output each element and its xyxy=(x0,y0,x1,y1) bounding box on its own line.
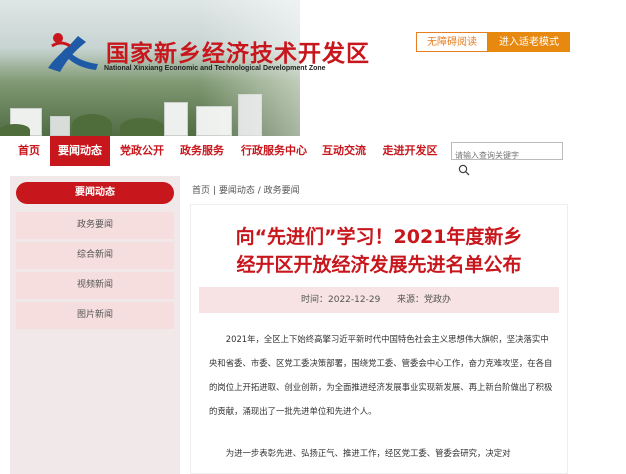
search-icon[interactable] xyxy=(458,164,470,176)
nav-item-government-services[interactable]: 政务服务 xyxy=(176,136,228,166)
article-title-line-1: 向“先进们”学习！2021年度新乡 xyxy=(235,226,523,248)
sidebar-heading[interactable]: 要闻动态 xyxy=(16,182,174,204)
site-title: 国家新乡经济技术开发区 xyxy=(106,41,370,67)
header-banner: 国家新乡经济技术开发区 National Xinxiang Economic a… xyxy=(0,0,626,136)
sidebar: 要闻动态 政务要闻 综合新闻 视频新闻 图片新闻 xyxy=(10,176,180,474)
article-meta: 时间：2022-12-29 来源：党政办 xyxy=(199,287,559,313)
nav-item-news[interactable]: 要闻动态 xyxy=(50,136,110,166)
article-time: 时间：2022-12-29 xyxy=(301,295,381,305)
breadcrumb-page[interactable]: 政务要闻 xyxy=(264,186,300,196)
nav-item-about-zone[interactable]: 走进开发区 xyxy=(378,136,442,166)
sidebar-item-video-news[interactable]: 视频新闻 xyxy=(16,272,174,299)
article-paragraph: 2021年，全区上下始终高擎习近平新时代中国特色社会主义思想伟大旗帜，坚决落实中… xyxy=(209,334,553,416)
nav-item-home[interactable]: 首页 xyxy=(10,136,48,166)
breadcrumb-section[interactable]: 要闻动态 xyxy=(219,186,255,196)
article-title-line-2: 经开区开放经济发展先进名单公布 xyxy=(236,254,522,276)
elderly-mode-button[interactable]: 进入适老模式 xyxy=(488,32,570,52)
search-input[interactable] xyxy=(455,148,559,163)
nav-item-interaction[interactable]: 互动交流 xyxy=(318,136,370,166)
xinxiang-logo-icon xyxy=(48,33,98,72)
article-paragraph: 为进一步表彰先进、弘扬正气、推进工作，经区党工委、管委会研究，决定对 xyxy=(225,448,511,458)
article-source: 来源：党政办 xyxy=(397,295,452,305)
sidebar-item-government-news[interactable]: 政务要闻 xyxy=(16,212,174,239)
site-subtitle: National Xinxiang Economic and Technolog… xyxy=(104,65,326,72)
search-box xyxy=(451,142,563,163)
breadcrumb-separator: | xyxy=(212,186,216,196)
nav-item-admin-service-center[interactable]: 行政服务中心 xyxy=(236,136,312,166)
breadcrumb: 首页 | 要闻动态 / 政务要闻 xyxy=(192,183,300,196)
barrier-free-button[interactable]: 无障碍阅读 xyxy=(416,32,488,52)
sidebar-item-photo-news[interactable]: 图片新闻 xyxy=(16,302,174,329)
sidebar-item-general-news[interactable]: 综合新闻 xyxy=(16,242,174,269)
breadcrumb-separator: / xyxy=(257,186,261,196)
article-title: 向“先进们”学习！2021年度新乡 经开区开放经济发展先进名单公布 xyxy=(191,223,567,279)
article-panel: 向“先进们”学习！2021年度新乡 经开区开放经济发展先进名单公布 时间：202… xyxy=(190,204,568,474)
nav-item-party-affairs[interactable]: 党政公开 xyxy=(116,136,168,166)
breadcrumb-home[interactable]: 首页 xyxy=(192,186,210,196)
